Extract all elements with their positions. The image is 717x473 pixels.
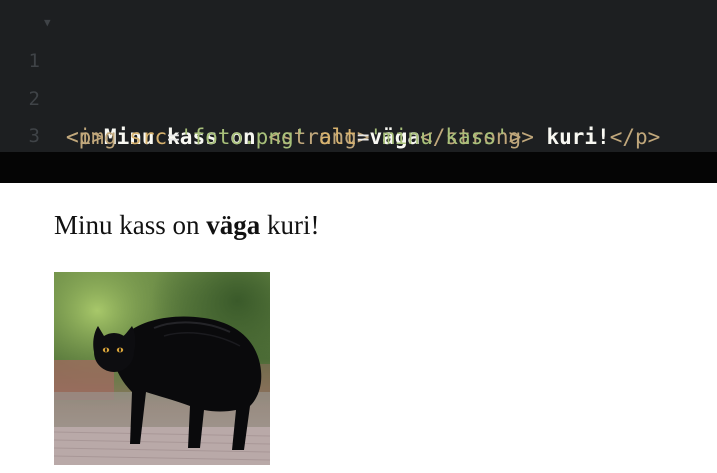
cat-photo: [54, 272, 270, 465]
code-line-1[interactable]: 1 ▼ <p>Minu kass on <strong>väga</strong…: [0, 4, 717, 149]
paragraph-text: Minu kass on: [54, 210, 207, 240]
editor-preview-divider[interactable]: [0, 152, 717, 183]
equals-sign: =: [167, 125, 180, 149]
app-root: 1 ▼ <p>Minu kass on <strong>väga</strong…: [0, 0, 717, 473]
tag-p-close: </p>: [609, 125, 661, 149]
rendered-preview: Minu kass on väga kuri!: [0, 183, 717, 473]
paragraph-text: kuri!: [260, 210, 320, 240]
attr-src: src: [129, 125, 168, 149]
fold-arrow-icon[interactable]: ▼: [44, 4, 51, 42]
attr-alt: alt: [318, 125, 357, 149]
line-number: 3: [28, 125, 40, 147]
code-line-2[interactable]: 2 <img src='foto.png' alt='minu kass'>: [0, 42, 717, 149]
text-token: kuri!: [533, 125, 610, 149]
code-line-3[interactable]: 3: [0, 79, 717, 147]
string-src-value: 'foto.png': [179, 125, 307, 149]
preview-paragraph: Minu kass on väga kuri!: [54, 210, 320, 241]
code-editor[interactable]: 1 ▼ <p>Minu kass on <strong>väga</strong…: [0, 0, 717, 152]
equals-sign: =: [356, 125, 370, 149]
string-alt-value: 'minu kass': [369, 125, 509, 149]
code-content: <img src='foto.png' alt='minu kass'>: [66, 118, 521, 156]
tag-img-close: >: [508, 125, 522, 149]
paragraph-strong: väga: [206, 210, 261, 240]
black-cat-photo-icon: [54, 272, 270, 465]
